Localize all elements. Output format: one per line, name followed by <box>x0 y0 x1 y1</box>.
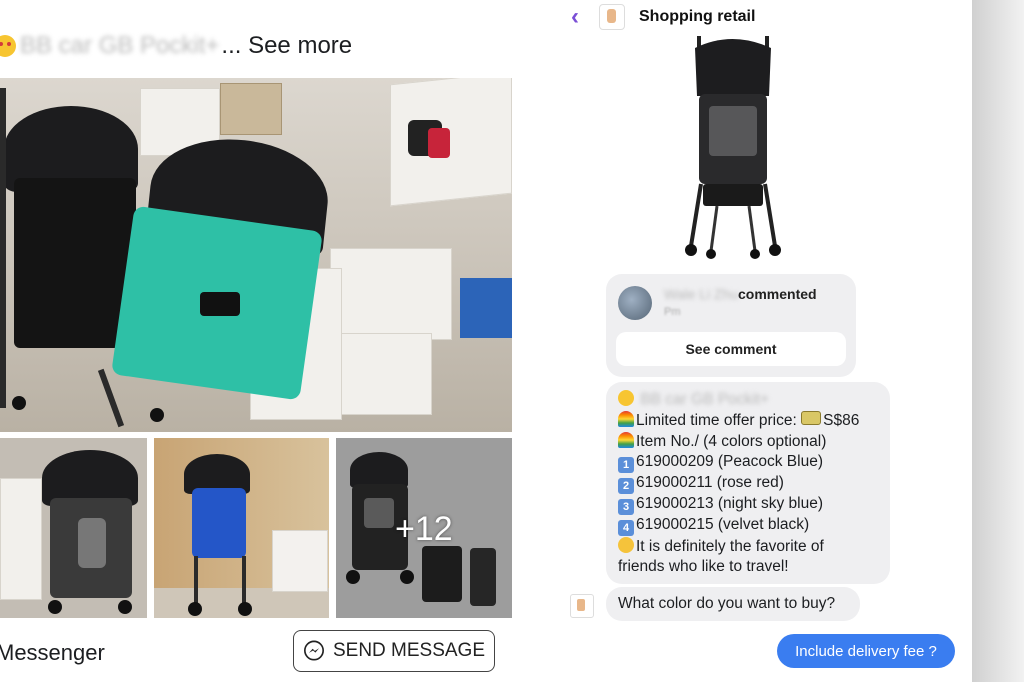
option-1-text: 619000209 (Peacock Blue) <box>636 453 823 470</box>
offer-line-price: Limited time offer price: S$86 <box>618 411 859 430</box>
send-message-label: SEND MESSAGE <box>332 640 486 661</box>
chat-title: Shopping retail <box>639 8 756 25</box>
offer-line-item-no: Item No./ (4 colors optional) <box>618 432 826 451</box>
more-photos-count[interactable]: +12 <box>395 510 453 549</box>
send-message-button[interactable]: SEND MESSAGE <box>293 630 495 672</box>
messenger-icon <box>303 640 324 661</box>
rainbow-icon <box>618 411 634 427</box>
item-no-label: Item No./ (4 colors optional) <box>636 433 827 450</box>
question-text: What color do you want to buy? <box>618 595 836 612</box>
commenter-avatar[interactable] <box>618 286 652 320</box>
messenger-chat: ‹ Shopping retail Wale Li Zhu commented … <box>557 0 972 682</box>
post-photo-thumb-2[interactable] <box>154 438 329 618</box>
comment-notification-card: Wale Li Zhu commented Pm See comment <box>606 274 856 377</box>
offer-line-product: BB car GB Pockit+ <box>618 390 769 409</box>
offer-line-option-3: 3 619000213 (night sky blue) <box>618 495 823 515</box>
favorite-text: It is definitely the favorite of <box>636 538 824 555</box>
product-image-stroller[interactable] <box>677 36 787 261</box>
number-2-icon: 2 <box>618 478 634 494</box>
question-bubble: What color do you want to buy? <box>606 587 860 621</box>
price-label: Limited time offer price: <box>636 412 797 429</box>
smiling-face-hearts-icon <box>0 35 16 57</box>
offer-line-option-2: 2 619000211 (rose red) <box>618 474 784 494</box>
number-3-icon: 3 <box>618 499 634 515</box>
commenter-name-blurred: Wale Li Zhu <box>664 286 739 302</box>
see-comment-button[interactable]: See comment <box>616 332 846 366</box>
option-4-text: 619000215 (velvet black) <box>636 516 810 533</box>
offer-line-option-4: 4 619000215 (velvet black) <box>618 516 809 536</box>
option-3-text: 619000213 (night sky blue) <box>636 495 823 512</box>
panel-shadow <box>972 0 1024 682</box>
price-value: S$86 <box>823 412 860 429</box>
messenger-label: Messenger <box>0 640 105 665</box>
number-1-icon: 1 <box>618 457 634 473</box>
facebook-post: BB car GB Pockit+ ... See more +12 Messe… <box>0 0 540 682</box>
post-photo-thumb-1[interactable] <box>0 438 147 618</box>
rainbow-icon <box>618 432 634 448</box>
offer-message-bubble: BB car GB Pockit+ Limited time offer pri… <box>606 382 890 584</box>
money-icon <box>801 411 822 425</box>
offer-line-travel: friends who like to travel! <box>618 558 789 576</box>
comment-time-blurred: Pm <box>664 306 681 318</box>
offer-line-favorite: It is definitely the favorite of <box>618 537 824 556</box>
heart-eyes-icon <box>618 537 634 553</box>
sent-reply-bubble[interactable]: Include delivery fee ? <box>777 634 955 668</box>
back-chevron-icon[interactable]: ‹ <box>571 3 579 31</box>
comment-action-text: commented <box>738 286 817 302</box>
post-photo-main[interactable] <box>0 78 512 432</box>
page-avatar[interactable] <box>599 4 625 30</box>
page-avatar-small <box>570 594 594 618</box>
smiling-face-hearts-icon <box>618 390 634 406</box>
post-caption-blurred: BB car GB Pockit+ <box>20 32 220 59</box>
travel-text: friends who like to travel! <box>618 558 789 575</box>
option-2-text: 619000211 (rose red) <box>636 474 784 491</box>
number-4-icon: 4 <box>618 520 634 536</box>
product-name-blurred: BB car GB Pockit+ <box>640 391 770 408</box>
offer-line-option-1: 1 619000209 (Peacock Blue) <box>618 453 823 473</box>
chat-header: ‹ Shopping retail <box>557 0 972 34</box>
see-more-link[interactable]: ... See more <box>221 32 352 60</box>
post-caption: BB car GB Pockit+ ... See more <box>0 26 352 66</box>
